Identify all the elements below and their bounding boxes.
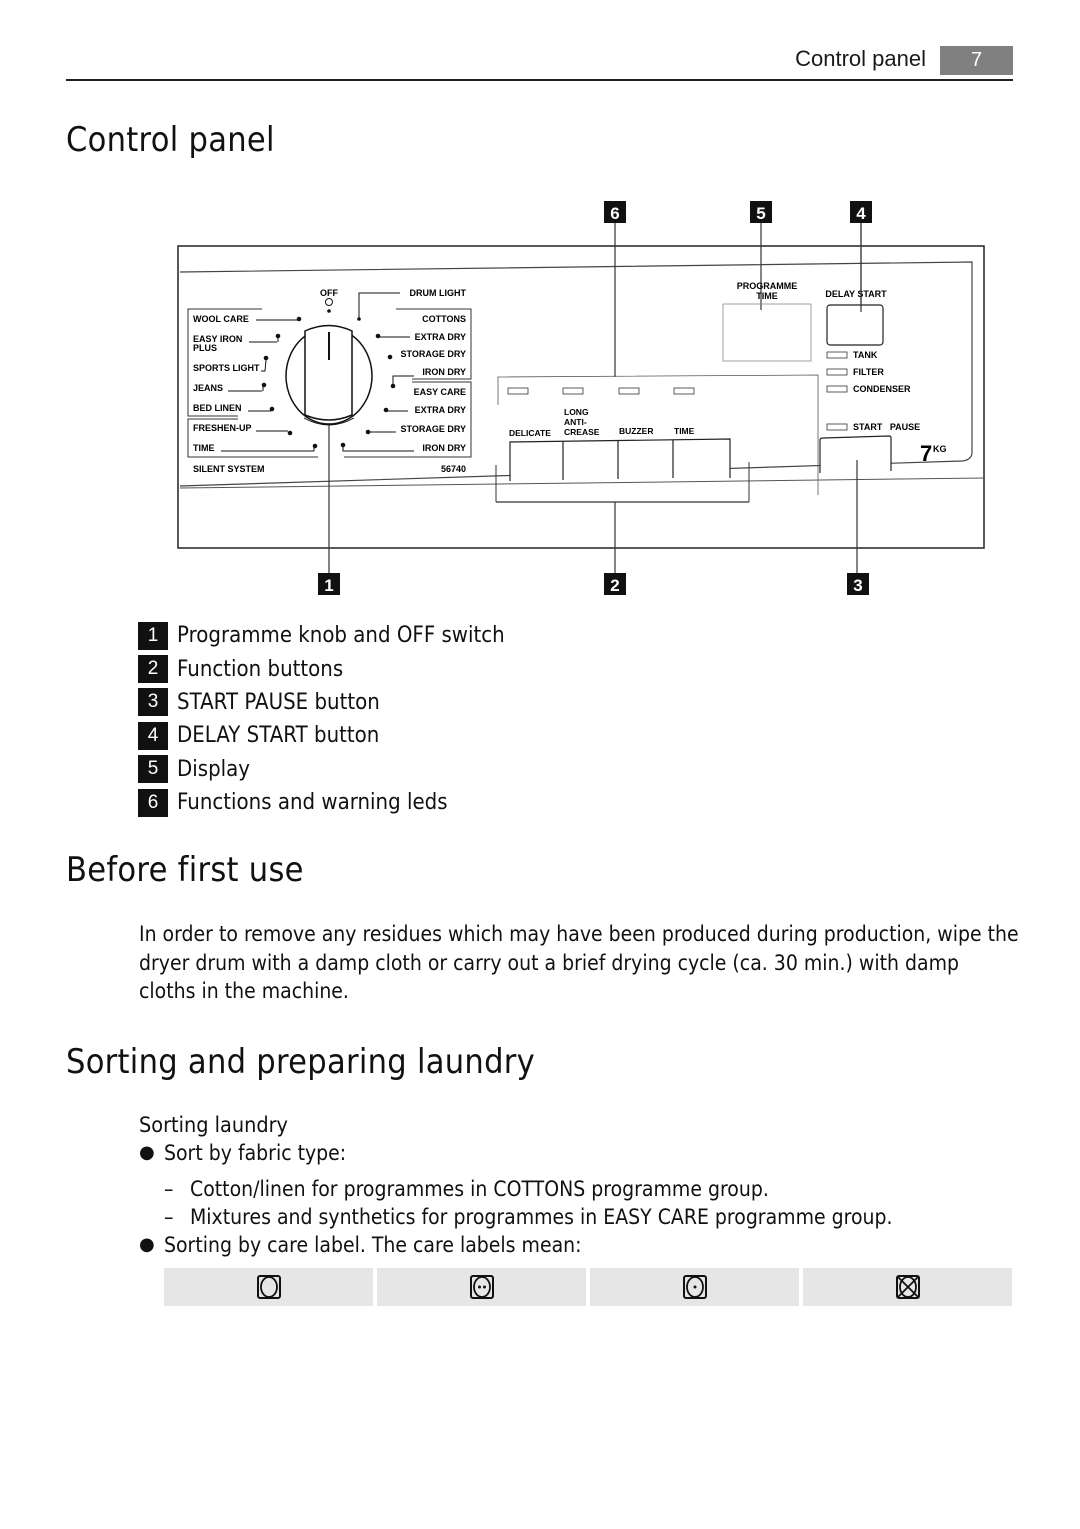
capacity-value: 7 [920,441,932,466]
start-pause-label: START PAUSE [853,422,920,432]
tumble-dry-low-heat-icon [682,1275,707,1299]
legend-item: 2 Function buttons [138,652,541,685]
dash-icon: – [164,1177,174,1201]
silent-system-label: SILENT SYSTEM [193,464,265,474]
diagram-label: 3 [853,576,862,595]
diagram-label: COTTONS [422,314,466,324]
right-programme-labels: COTTONS EXTRA DRY STORAGE DRY IRON DRY E… [400,314,466,453]
diagram-label: FILTER [853,367,884,377]
legend-number: 4 [138,721,168,750]
bullet-icon: ● [139,1142,155,1163]
do-not-tumble-dry-icon [895,1275,920,1299]
left-programme-labels: WOOL CARE EASY IRON PLUS SPORTS LIGHT JE… [193,314,260,453]
bullet-text: Sort by fabric type: [164,1141,347,1165]
dash-text: Mixtures and synthetics for programmes i… [190,1205,893,1229]
legend-item: 5 Display [138,753,541,786]
diagram-label: IRON DRY [422,367,466,377]
legend-number: 3 [138,688,168,717]
diagram-label: PLUS [193,343,217,353]
function-leds [507,387,695,395]
legend-number: 5 [138,755,168,784]
bullet-text: Sorting by care label. The care labels m… [164,1233,582,1257]
sorting-subheading: Sorting laundry [139,1113,288,1137]
diagram-label: DELICATE [509,428,551,438]
legend-number: 1 [138,621,168,650]
care-label-table [164,1268,1012,1306]
function-buttons-outline [509,438,731,481]
control-panel-diagram: 6 5 4 OFF DRUM LIGHT WOOL CARE EASY IRON… [177,201,985,595]
dash-icon: – [164,1205,174,1229]
diagram-label: CREASE [564,427,600,437]
sorting-heading: Sorting and preparing laundry [66,1042,536,1082]
display-screen [722,303,812,362]
diagram-label: TANK [853,350,878,360]
capacity-unit: KG [933,444,947,454]
diagram-label: STORAGE DRY [400,424,466,434]
diagram-label: 6 [610,204,619,223]
diagram-label: BED LINEN [193,403,242,413]
display-label-1: PROGRAMME [737,281,798,291]
legend-number: 2 [138,655,168,684]
legend-text: DELAY START button [177,723,380,749]
display-label-2: TIME [756,291,778,301]
diagram-label: LONG [564,407,589,417]
diagram-label: EASY CARE [414,387,466,397]
callout-3: 3 [847,573,869,595]
bullet-icon: ● [139,1234,155,1255]
legend-text: Functions and warning leds [177,790,448,816]
model-number: 56740 [441,464,466,474]
diagram-label: IRON DRY [422,443,466,453]
care-cell [377,1268,586,1306]
care-cell [164,1268,373,1306]
callout-1: 1 [318,573,340,595]
diagram-label: EXTRA DRY [415,332,466,342]
header-divider [66,79,1013,81]
legend-text: Display [177,756,250,782]
diagram-label: 4 [856,204,866,223]
warning-led-labels: TANK FILTER CONDENSER START PAUSE [853,350,920,432]
legend-item: 1 Programme knob and OFF switch [138,619,541,652]
page-number: 7 [940,46,1013,75]
diagram-label: TIME [674,426,695,436]
diagram-label: WOOL CARE [193,314,249,324]
diagram-label: BUZZER [619,426,653,436]
diagram-label: EXTRA DRY [415,405,466,415]
diagram-label: CONDENSER [853,384,911,394]
legend-item: 4 DELAY START button [138,719,541,752]
diagram-label: FRESHEN-UP [193,423,252,433]
callout-6: 6 [604,201,626,377]
start-pause-button [819,435,892,473]
legend-text: Function buttons [177,656,344,682]
before-first-use-heading: Before first use [66,850,304,890]
callout-2: 2 [604,573,626,595]
function-button-labels: DELICATE LONG ANTI- CREASE BUZZER TIME [509,407,695,438]
delay-start-button [826,304,884,346]
legend-text: START PAUSE button [177,689,380,715]
care-cell [803,1268,1012,1306]
diagram-label: STORAGE DRY [400,349,466,359]
diagram-label: 5 [756,204,765,223]
diagram-label: JEANS [193,383,223,393]
control-panel-legend: 1 Programme knob and OFF switch 2 Function… [138,619,541,819]
off-label: OFF [320,288,338,298]
dash-text: Cotton/linen for programmes in COTTONS p… [190,1177,769,1201]
delay-start-label: DELAY START [825,289,887,299]
diagram-label: TIME [193,443,215,453]
legend-item: 6 Functions and warning leds [138,786,541,819]
legend-number: 6 [138,788,168,817]
diagram-label: ANTI- [564,417,587,427]
diagram-label: 2 [610,576,619,595]
tumble-dry-normal-heat-icon [469,1275,494,1299]
before-first-use-paragraph: In order to remove any residues which ma… [139,922,1019,1003]
running-header-title: Control panel [795,46,926,71]
diagram-label: 1 [324,576,333,595]
diagram-label: SPORTS LIGHT [193,363,260,373]
programme-knob [285,324,373,426]
care-cell [590,1268,799,1306]
legend-text: Programme knob and OFF switch [177,623,505,649]
tumble-dry-icon [256,1275,281,1299]
control-panel-heading: Control panel [66,120,275,160]
legend-item: 3 START PAUSE button [138,686,541,719]
drum-light-label: DRUM LIGHT [410,288,467,298]
